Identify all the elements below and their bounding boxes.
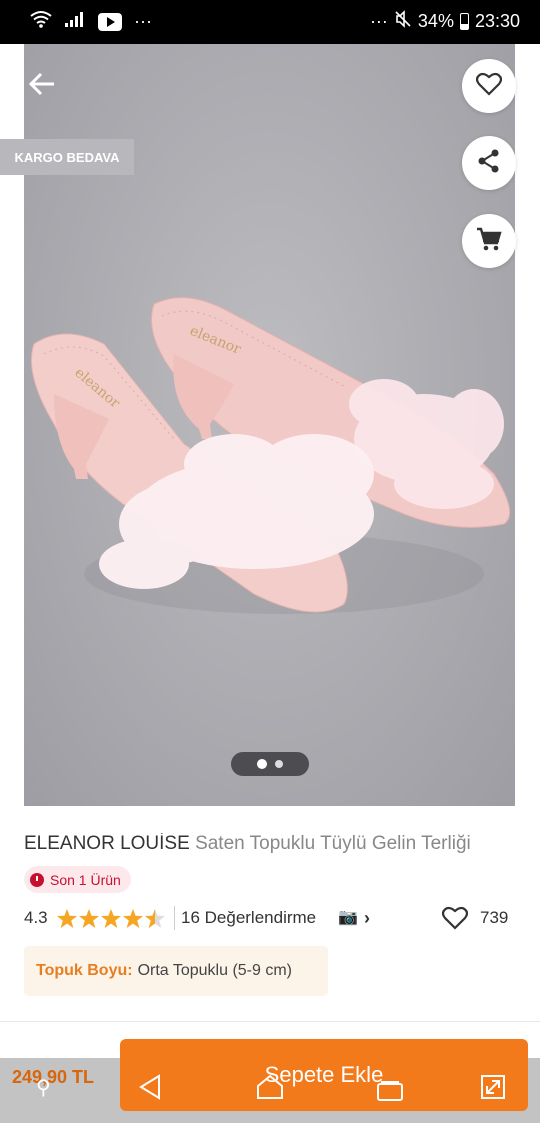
more-notifications-icon: ···	[134, 11, 152, 31]
nav-expand-icon[interactable]	[480, 1074, 506, 1107]
rating-value: 4.3	[24, 908, 48, 927]
nav-home-icon[interactable]	[256, 1074, 284, 1107]
attribute-label: Topuk Boyu:	[36, 962, 133, 979]
free-shipping-badge: KARGO BEDAVA	[0, 139, 134, 175]
stock-badge-text: Son 1 Ürün	[50, 871, 121, 888]
rating-row: 4.3 16 Değerlendirme 📷 › 739	[24, 904, 514, 932]
camera-icon[interactable]: 📷	[338, 904, 358, 932]
attribute-value: Orta Topuklu (5-9 cm)	[137, 962, 292, 979]
favorite-button[interactable]	[462, 59, 516, 113]
cart-button[interactable]	[462, 214, 516, 268]
divider	[174, 906, 175, 930]
share-button[interactable]	[462, 136, 516, 190]
product-name: Saten Topuklu Tüylü Gelin Terliği	[195, 833, 471, 854]
product-gallery[interactable]: eleanor eleanor KARGO BEDAVA	[0, 44, 540, 806]
pin-icon[interactable]: ⚲	[36, 1075, 51, 1100]
stock-badge: Son 1 Ürün	[24, 866, 131, 893]
heart-icon	[475, 72, 503, 101]
likes-heart-icon[interactable]	[441, 904, 469, 939]
mute-icon	[394, 10, 412, 33]
more-status-icon: ···	[369, 11, 388, 31]
cart-icon	[476, 226, 502, 257]
product-title: ELEANOR LOUİSE Saten Topuklu Tüylü Gelin…	[24, 833, 524, 855]
nav-back-icon[interactable]	[138, 1074, 162, 1107]
section-divider	[0, 1021, 540, 1022]
reviews-link[interactable]: 16 Değerlendirme	[181, 904, 316, 932]
add-to-cart-button[interactable]: Sepete Ekle	[120, 1039, 528, 1111]
back-arrow-icon[interactable]	[28, 70, 58, 100]
signal-icon	[64, 10, 86, 33]
price: 249,90 TL	[12, 1067, 95, 1087]
likes-count: 739	[480, 908, 509, 927]
brand-name[interactable]: ELEANOR LOUİSE	[24, 833, 190, 854]
battery-icon	[459, 13, 469, 30]
attribute-box: Topuk Boyu: Orta Topuklu (5-9 cm)	[24, 946, 328, 996]
share-icon	[477, 149, 501, 178]
youtube-icon	[98, 12, 122, 31]
chevron-right-icon[interactable]: ›	[364, 904, 370, 932]
status-bar: ··· ··· 34% 23:30	[0, 0, 540, 44]
rating-stars	[56, 904, 168, 932]
carousel-indicator[interactable]	[231, 752, 309, 776]
carousel-dot-active[interactable]	[257, 759, 267, 769]
nav-recents-icon[interactable]	[376, 1078, 404, 1109]
battery-percent: 34%	[417, 11, 454, 31]
clock-icon	[30, 872, 44, 887]
carousel-dot[interactable]	[275, 760, 283, 768]
wifi-icon	[30, 10, 52, 33]
clock-time: 23:30	[474, 11, 520, 31]
